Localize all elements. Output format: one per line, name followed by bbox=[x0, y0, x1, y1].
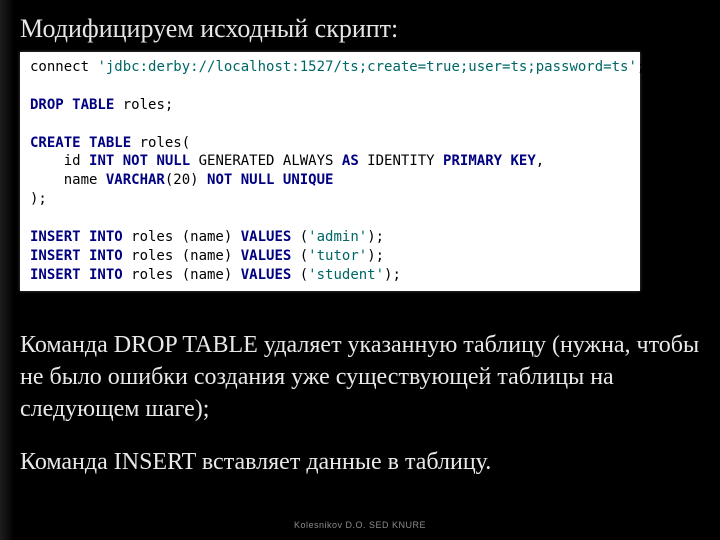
slide-footer: Kolesnikov D.O. SED KNURE bbox=[0, 520, 720, 530]
code-text: ; bbox=[637, 59, 645, 75]
code-string: 'tutor' bbox=[308, 248, 367, 264]
code-text: id bbox=[30, 153, 89, 169]
spacer bbox=[20, 291, 700, 329]
code-keyword: INSERT INTO bbox=[30, 267, 123, 283]
code-text: name bbox=[30, 172, 106, 188]
code-text: connect bbox=[30, 59, 97, 75]
code-keyword: VALUES bbox=[241, 248, 292, 264]
code-text: , bbox=[536, 153, 544, 169]
code-text: roles (name) bbox=[123, 248, 241, 264]
code-string: 'jdbc:derby://localhost:1527/ts;create=t… bbox=[97, 59, 636, 75]
code-text: roles (name) bbox=[123, 267, 241, 283]
code-keyword: NOT NULL UNIQUE bbox=[207, 172, 333, 188]
code-keyword: DROP TABLE bbox=[30, 97, 114, 113]
code-keyword: VALUES bbox=[241, 229, 292, 245]
paragraph-drop-table: Команда DROP TABLE удаляет указанную таб… bbox=[20, 329, 700, 426]
code-text: roles( bbox=[131, 135, 190, 151]
code-keyword: VARCHAR bbox=[106, 172, 165, 188]
code-text: GENERATED ALWAYS bbox=[190, 153, 342, 169]
code-keyword: INSERT INTO bbox=[30, 229, 123, 245]
code-string: 'student' bbox=[308, 267, 384, 283]
code-keyword: AS bbox=[342, 153, 359, 169]
code-text: ( bbox=[291, 229, 308, 245]
code-text: ); bbox=[384, 267, 401, 283]
code-string: 'admin' bbox=[308, 229, 367, 245]
code-text: ( bbox=[291, 267, 308, 283]
code-keyword: INT NOT NULL bbox=[89, 153, 190, 169]
code-keyword: PRIMARY KEY bbox=[443, 153, 536, 169]
slide-heading: Модифицируем исходный скрипт: bbox=[20, 14, 700, 44]
code-keyword: INSERT INTO bbox=[30, 248, 123, 264]
code-keyword: CREATE TABLE bbox=[30, 135, 131, 151]
code-text: (20) bbox=[165, 172, 207, 188]
code-text: ); bbox=[30, 191, 47, 207]
code-text: IDENTITY bbox=[359, 153, 443, 169]
code-text: roles; bbox=[114, 97, 173, 113]
slide-body: Команда DROP TABLE удаляет указанную таб… bbox=[20, 329, 700, 479]
code-text: ( bbox=[291, 248, 308, 264]
paragraph-insert: Команда INSERT вставляет данные в таблиц… bbox=[20, 446, 700, 478]
code-text: ); bbox=[367, 248, 384, 264]
sql-code-block: connect 'jdbc:derby://localhost:1527/ts;… bbox=[20, 52, 640, 291]
slide: Модифицируем исходный скрипт: connect 'j… bbox=[0, 0, 720, 540]
code-keyword: VALUES bbox=[241, 267, 292, 283]
code-text: ); bbox=[367, 229, 384, 245]
code-text: roles (name) bbox=[123, 229, 241, 245]
